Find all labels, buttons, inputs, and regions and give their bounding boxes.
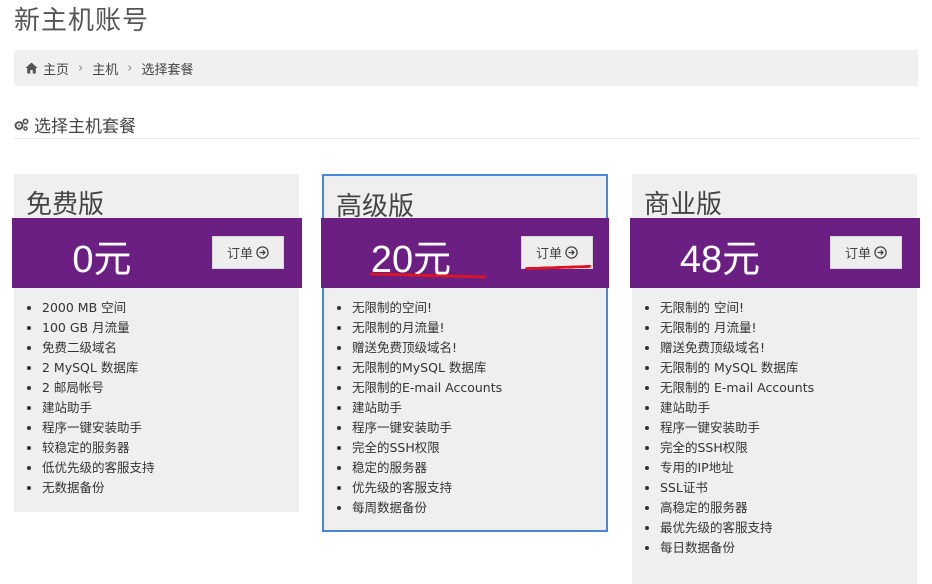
feature-item: 完全的SSH权限: [352, 438, 502, 458]
feature-item: 完全的SSH权限: [660, 438, 814, 458]
feature-list: 无限制的空间! 无限制的月流量! 赠送免费顶级域名! 无限制的MySQL 数据库…: [336, 298, 502, 518]
plan-price: 0元: [72, 239, 132, 281]
feature-item: 低优先级的客服支持: [42, 458, 155, 478]
feature-item: 无限制的空间!: [352, 298, 502, 318]
feature-item: 免费二级域名: [42, 338, 155, 358]
feature-item: 无限制的 E-mail Accounts: [660, 378, 814, 398]
feature-item: 较稳定的服务器: [42, 438, 155, 458]
feature-item: SSL证书: [660, 478, 814, 498]
breadcrumb-separator: ›: [78, 60, 84, 76]
feature-item: 程序一键安装助手: [660, 418, 814, 438]
feature-list: 2000 MB 空间 100 GB 月流量 免费二级域名 2 MySQL 数据库…: [26, 298, 155, 498]
feature-item: 程序一键安装助手: [42, 418, 155, 438]
feature-item: 建站助手: [42, 398, 155, 418]
feature-item: 2 邮局帐号: [42, 378, 155, 398]
feature-item: 无限制的 MySQL 数据库: [660, 358, 814, 378]
feature-item: 无限制的E-mail Accounts: [352, 378, 502, 398]
feature-list: 无限制的 空间! 无限制的 月流量! 赠送免费顶级域名! 无限制的 MySQL …: [644, 298, 814, 558]
feature-item: 赠送免费顶级域名!: [660, 338, 814, 358]
feature-item: 最优先级的客服支持: [660, 518, 814, 538]
feature-item: 每日数据备份: [660, 538, 814, 558]
arrow-circle-right-icon: [256, 246, 269, 259]
section-title: 选择主机套餐: [34, 116, 136, 137]
feature-item: 高稳定的服务器: [660, 498, 814, 518]
order-button-label: 订单: [226, 247, 253, 262]
feature-item: 无限制的月流量!: [352, 318, 502, 338]
breadcrumb-current: 选择套餐: [141, 62, 194, 78]
order-button[interactable]: 订单: [212, 236, 284, 269]
breadcrumb-home-link[interactable]: 主页: [43, 59, 69, 78]
plan-card-business: 商业版 48元 订单 无限制的 空间! 无限制的 月流量! 赠送免费顶级域名! …: [630, 174, 920, 584]
feature-item: 无限制的 空间!: [660, 298, 814, 318]
feature-item: 建站助手: [352, 398, 502, 418]
breadcrumb-host-link[interactable]: 主机: [92, 59, 118, 78]
plan-price: 48元: [679, 239, 761, 281]
arrow-circle-right-icon: [874, 246, 887, 259]
arrow-circle-right-icon: [565, 246, 578, 259]
feature-item: 无数据备份: [42, 478, 155, 498]
order-button[interactable]: 订单: [521, 236, 593, 269]
price-band: 0元 订单: [12, 218, 302, 288]
section-header: 选择主机套餐: [14, 110, 918, 139]
plan-card-premium: 高级版 20元 订单 无限制的空间! 无限制的月流量! 赠送免费顶级域名! 无限…: [321, 174, 609, 532]
plan-card-free: 免费版 0元 订单 2000 MB 空间 100 GB 月流量 免费二级域名 2…: [12, 174, 302, 512]
feature-item: 2 MySQL 数据库: [42, 358, 155, 378]
feature-item: 建站助手: [660, 398, 814, 418]
page-title: 新主机账号: [14, 6, 150, 36]
order-button-label: 订单: [535, 247, 562, 262]
home-icon[interactable]: [25, 62, 38, 74]
feature-item: 程序一键安装助手: [352, 418, 502, 438]
cogs-icon: [14, 117, 29, 131]
feature-item: 专用的IP地址: [660, 458, 814, 478]
breadcrumb: 主页 › 主机 › 选择套餐: [14, 50, 918, 86]
breadcrumb-separator: ›: [127, 60, 133, 76]
order-button[interactable]: 订单: [830, 236, 902, 269]
plan-name: 免费版: [26, 190, 105, 220]
feature-item: 无限制的 月流量!: [660, 318, 814, 338]
feature-item: 稳定的服务器: [352, 458, 502, 478]
feature-item: 赠送免费顶级域名!: [352, 338, 502, 358]
feature-item: 无限制的MySQL 数据库: [352, 358, 502, 378]
feature-item: 100 GB 月流量: [42, 318, 155, 338]
price-band: 48元 订单: [630, 218, 920, 288]
plan-name: 商业版: [644, 190, 723, 220]
order-button-label: 订单: [844, 247, 871, 262]
feature-item: 每周数据备份: [352, 498, 502, 518]
feature-item: 2000 MB 空间: [42, 298, 155, 318]
feature-item: 优先级的客服支持: [352, 478, 502, 498]
